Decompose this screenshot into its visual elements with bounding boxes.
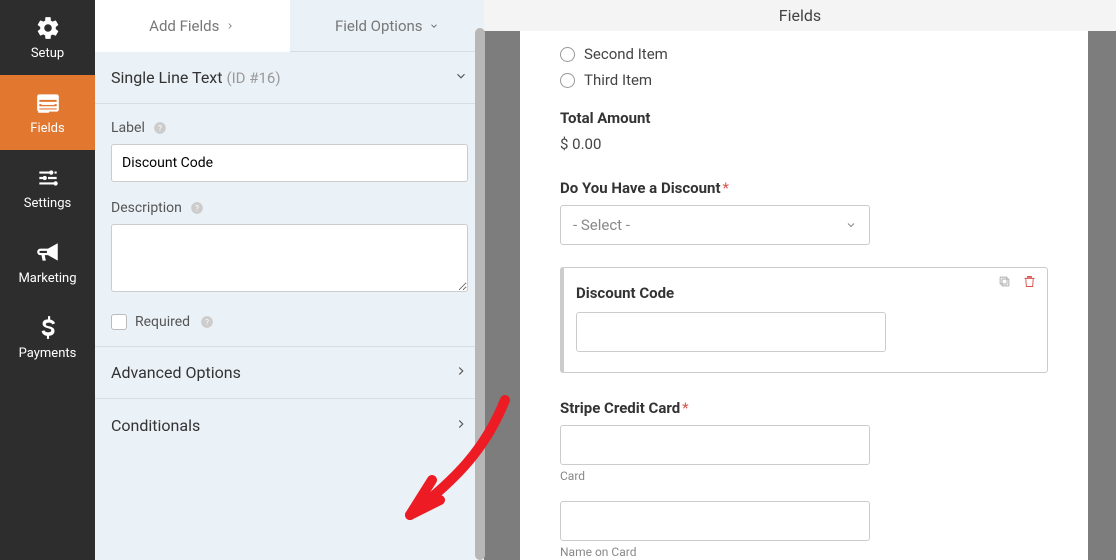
chevron-down-icon [454,68,468,87]
accordion-advanced-label: Advanced Options [111,363,241,382]
field-basic-section: Label ? Description ? Required ? [95,104,484,347]
stripe-label: Stripe Credit Card* [560,399,1048,417]
select-placeholder: - Select - [573,216,630,234]
radio-label: Third Item [584,71,652,89]
card-sublabel: Card [560,469,1048,483]
label-input[interactable] [111,144,468,182]
chevron-right-icon [454,416,468,435]
radio-option[interactable]: Second Item [560,45,1048,63]
nav-fields-label: Fields [30,121,64,136]
name-on-card-input[interactable] [560,501,870,541]
description-label: Description ? [111,200,468,216]
copy-icon [997,274,1012,289]
chevron-down-icon [429,21,439,31]
help-icon[interactable]: ? [190,201,204,215]
nav-marketing[interactable]: Marketing [0,225,95,300]
help-icon[interactable]: ? [153,121,167,135]
nav-settings-label: Settings [24,196,71,211]
chevron-right-icon [454,363,468,382]
accordion-advanced-options[interactable]: Advanced Options [95,347,484,399]
required-checkbox[interactable] [111,314,127,330]
bullhorn-icon [35,240,61,266]
nav-setup-label: Setup [31,46,64,61]
radio-icon [560,73,575,88]
nav-settings[interactable]: Settings [0,150,95,225]
svg-text:?: ? [195,203,199,213]
trash-icon [1022,274,1037,289]
nav-setup[interactable]: Setup [0,0,95,75]
nav-payments[interactable]: Payments [0,300,95,375]
total-amount-value: $ 0.00 [560,135,1048,153]
preview-header: Fields [484,0,1116,31]
app-sidebar: Setup Fields Settings Marketing Payments [0,0,95,560]
discount-question-label: Do You Have a Discount* [560,179,1048,197]
options-panel: Add Fields Field Options Single Line Tex… [95,0,484,560]
form-icon [35,90,61,116]
scrollbar[interactable] [475,28,485,560]
svg-text:?: ? [205,317,209,327]
nav-payments-label: Payments [19,346,77,361]
radio-icon [560,47,575,62]
total-amount-label: Total Amount [560,109,1048,127]
accordion-conditionals-label: Conditionals [111,416,200,435]
panel-tabs: Add Fields Field Options [95,0,484,52]
preview-area: Fields Second Item Third Item Total Amou… [484,0,1116,560]
gear-icon [35,15,61,41]
delete-button[interactable] [1022,274,1037,293]
field-id: (ID #16) [226,69,280,87]
accordion-conditionals[interactable]: Conditionals [95,399,484,451]
tab-field-options[interactable]: Field Options [290,0,485,52]
dollar-icon [35,315,61,341]
selected-field-card[interactable]: Discount Code [560,267,1048,373]
required-label: Required [135,314,190,330]
chevron-right-icon [225,21,235,31]
card-input[interactable] [560,425,870,465]
radio-label: Second Item [584,45,668,63]
nav-fields[interactable]: Fields [0,75,95,150]
chevron-down-icon [845,219,857,231]
tab-add-fields-label: Add Fields [149,17,219,35]
description-input[interactable] [111,224,468,292]
help-icon[interactable]: ? [200,315,214,329]
discount-code-input[interactable] [576,312,886,352]
discount-code-title: Discount Code [576,284,1031,302]
field-type-title: Single Line Text [111,68,222,87]
duplicate-button[interactable] [997,274,1012,293]
tab-add-fields[interactable]: Add Fields [95,0,290,52]
tab-field-options-label: Field Options [335,17,423,35]
nav-marketing-label: Marketing [18,271,76,286]
name-on-card-sublabel: Name on Card [560,545,1048,559]
label-label: Label ? [111,120,468,136]
sliders-icon [35,165,61,191]
svg-text:?: ? [158,123,162,133]
discount-select[interactable]: - Select - [560,205,870,245]
field-type-header[interactable]: Single Line Text (ID #16) [95,52,484,104]
radio-option[interactable]: Third Item [560,71,1048,89]
